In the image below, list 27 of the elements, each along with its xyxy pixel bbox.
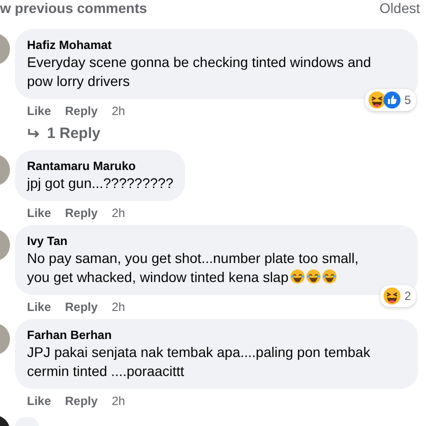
- reaction-badge[interactable]: 5: [365, 89, 416, 111]
- like-link[interactable]: Like: [27, 104, 52, 118]
- reply-link[interactable]: Reply: [65, 206, 98, 220]
- timestamp: 2h: [112, 104, 126, 118]
- comment-text: No pay saman, you get shot...number plate too small, you get whacked, window tinted kena slap: [27, 250, 359, 285]
- reaction-badge[interactable]: 2: [380, 285, 416, 307]
- like-link[interactable]: Like: [27, 206, 52, 220]
- view-replies-link[interactable]: 1 Reply: [27, 125, 100, 142]
- reply-link[interactable]: Reply: [65, 104, 98, 118]
- timestamp: 2h: [112, 300, 126, 314]
- view-previous-comments-link[interactable]: w previous comments: [0, 0, 148, 16]
- reply-link[interactable]: Reply: [65, 394, 98, 408]
- comment-author[interactable]: Ivy Tan: [27, 233, 406, 249]
- reply-link[interactable]: Reply: [65, 300, 98, 314]
- comment-author[interactable]: Hafiz Mohamat: [27, 37, 406, 53]
- comment-author[interactable]: Rantamaru Maruko: [27, 158, 174, 174]
- comment-text: jpj got gun...?????????: [27, 175, 174, 191]
- comment-author[interactable]: Farhan Berhan: [27, 327, 406, 343]
- sort-order-link[interactable]: Oldest: [380, 0, 420, 16]
- reaction-count: 5: [404, 93, 411, 107]
- comment-text: Everyday scene gonna be checking tinted windows and pow lorry drivers: [27, 54, 371, 89]
- comment-text: JPJ pakai senjata nak tembak apa....paling pon tembak cermin tinted ....poraacittt: [27, 344, 370, 379]
- reaction-count: 2: [404, 289, 411, 303]
- timestamp: 2h: [112, 394, 126, 408]
- like-link[interactable]: Like: [27, 300, 52, 314]
- like-link[interactable]: Like: [27, 394, 52, 408]
- timestamp: 2h: [112, 206, 126, 220]
